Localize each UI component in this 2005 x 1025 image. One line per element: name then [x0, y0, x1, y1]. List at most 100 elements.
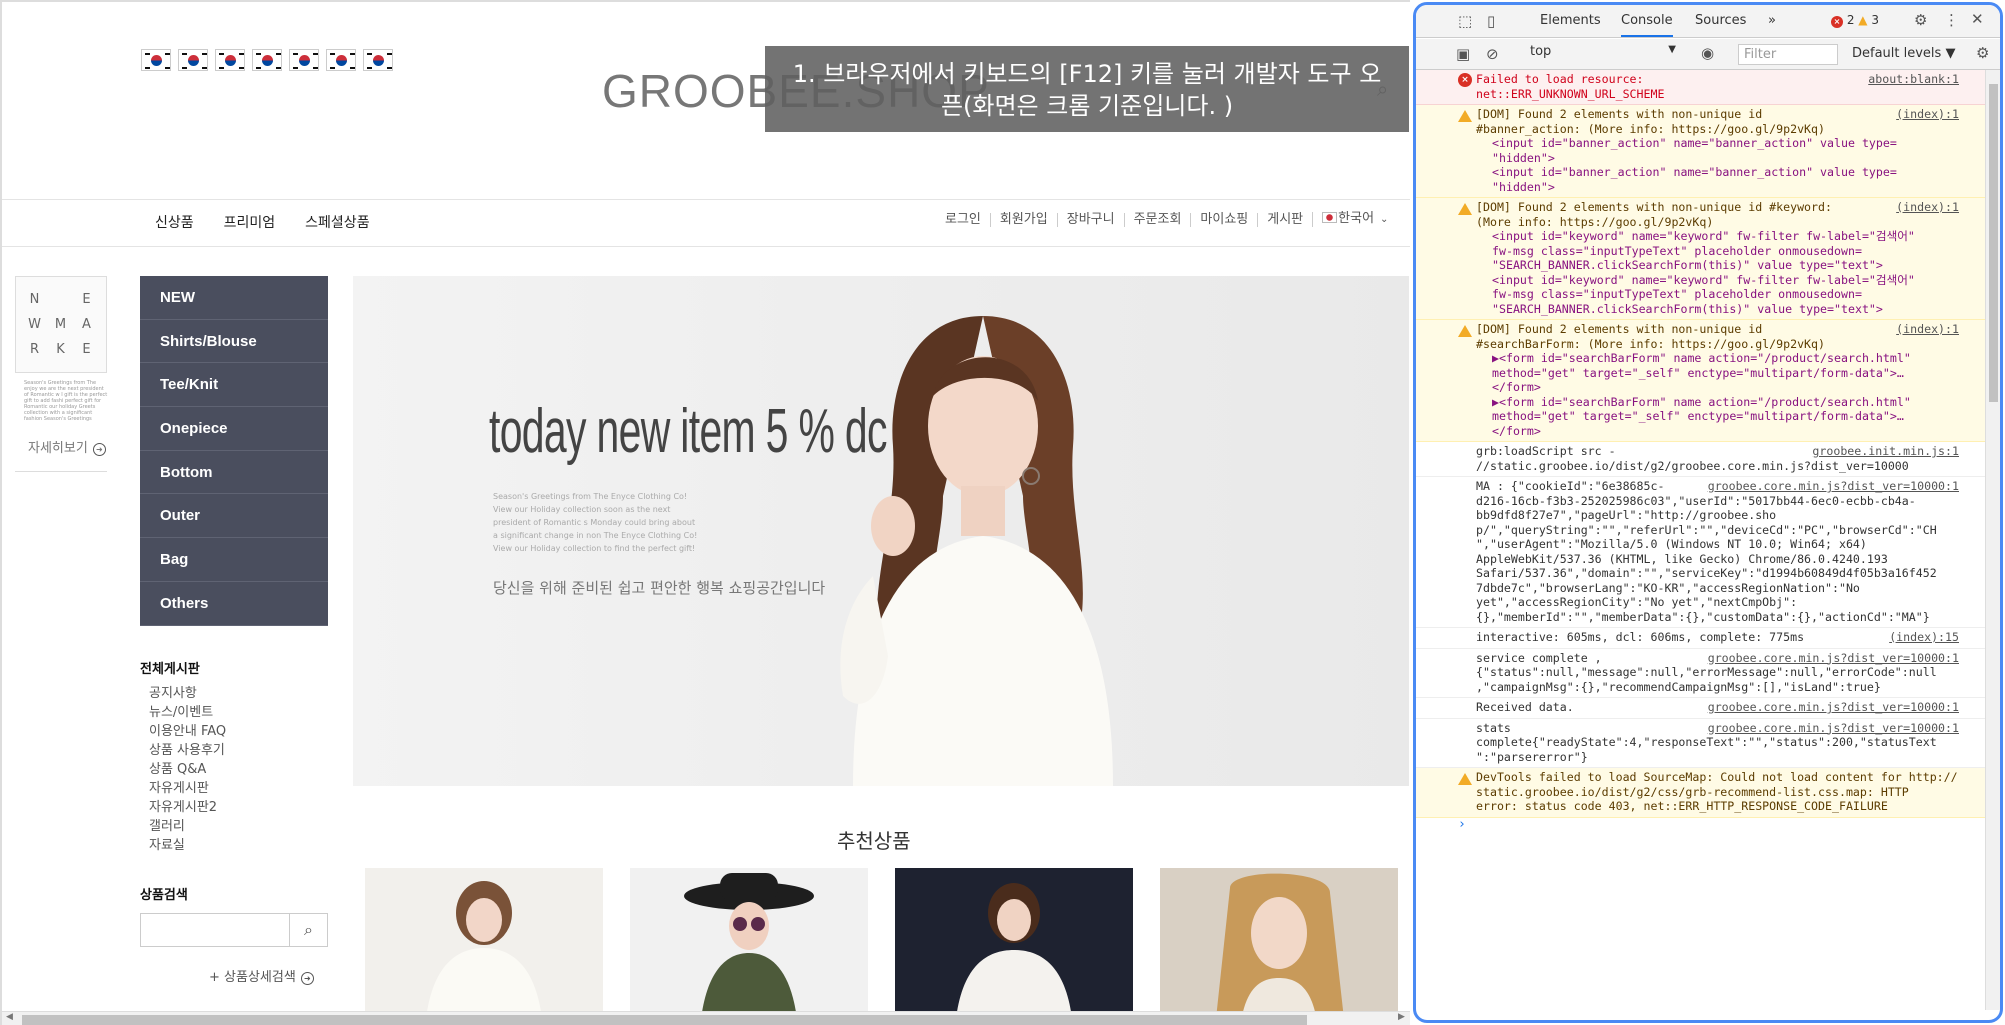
console-message: × about:blank:1 Failed to load resource: n… — [1416, 70, 1989, 105]
nav-item-special[interactable]: 스페셜상품 — [305, 212, 369, 232]
korea-flag-icon[interactable] — [215, 49, 245, 71]
korea-flag-icon[interactable] — [289, 49, 319, 71]
promo-letter: A — [82, 317, 92, 332]
message-source-link[interactable]: (index):1 — [1896, 200, 1959, 215]
divider — [2, 199, 1410, 200]
category-new[interactable]: NEW — [140, 276, 328, 320]
message-source-link[interactable]: groobee.core.min.js?dist_ver=10000:1 — [1708, 651, 1959, 666]
message-source-link[interactable]: groobee.core.min.js?dist_ver=10000:1 — [1708, 721, 1959, 736]
main-banner[interactable]: today new item 5 % dc Season's Greetings… — [353, 276, 1409, 786]
nav-join[interactable]: 회원가입 — [989, 212, 1057, 227]
product-image[interactable] — [630, 868, 868, 1025]
product-image[interactable] — [365, 868, 603, 1025]
search-icon[interactable]: ⌕ — [290, 913, 328, 947]
nav-order-lookup[interactable]: 주문조회 — [1123, 212, 1191, 227]
category-shirts-blouse[interactable]: Shirts/Blouse — [140, 320, 328, 364]
element-reference[interactable]: <input id="keyword" name="keyword" fw-fi… — [1476, 273, 1962, 317]
detail-search-link[interactable]: + 상품상세검색 ➜ — [209, 966, 314, 985]
message-source-link[interactable]: about:blank:1 — [1868, 72, 1959, 87]
context-select[interactable]: top ▼ — [1526, 44, 1680, 64]
nav-cart[interactable]: 장바구니 — [1056, 212, 1124, 227]
nav-login[interactable]: 로그인 — [936, 212, 990, 227]
message-source-link[interactable]: groobee.core.min.js?dist_ver=10000:1 — [1708, 479, 1959, 494]
tab-sources[interactable]: Sources — [1695, 13, 1746, 28]
message-source-link[interactable]: (index):1 — [1896, 322, 1959, 337]
scroll-right-icon[interactable]: ▶ — [1398, 1012, 1405, 1022]
board-item[interactable]: 상품 Q&A — [149, 760, 226, 779]
message-source-link[interactable]: (index):15 — [1889, 630, 1959, 645]
more-vert-icon[interactable]: ⋮ — [1944, 11, 1959, 29]
board-item[interactable]: 상품 사용후기 — [149, 741, 226, 760]
product-image[interactable] — [895, 868, 1133, 1025]
gear-icon[interactable]: ⚙ — [1914, 11, 1927, 29]
board-item[interactable]: 갤러리 — [149, 817, 226, 836]
product-image[interactable] — [1160, 868, 1398, 1025]
korea-flag-icon[interactable] — [252, 49, 282, 71]
tab-elements[interactable]: Elements — [1540, 13, 1601, 28]
category-outer[interactable]: Outer — [140, 494, 328, 539]
main-nav: 신상품 프리미엄 스페셜상품 — [155, 212, 370, 232]
gear-icon[interactable]: ⚙ — [1976, 44, 1989, 62]
scrollbar-thumb[interactable] — [1989, 84, 1998, 402]
message-source-link[interactable]: (index):1 — [1896, 107, 1959, 122]
category-others[interactable]: Others — [140, 582, 328, 626]
board-item[interactable]: 공지사항 — [149, 684, 226, 703]
divider — [15, 471, 107, 472]
board-item[interactable]: 자유게시판 — [149, 779, 226, 798]
korea-flag-icon[interactable] — [178, 49, 208, 71]
nav-myshop[interactable]: 마이쇼핑 — [1190, 212, 1257, 227]
clear-console-icon[interactable]: ⊘ — [1486, 45, 1499, 63]
horizontal-scrollbar[interactable]: ◀ ▶ — [2, 1011, 1410, 1025]
nav-item-new[interactable]: 신상품 — [155, 212, 194, 232]
close-icon[interactable]: ✕ — [1971, 10, 1984, 28]
message-source-link[interactable]: groobee.core.min.js?dist_ver=10000:1 — [1708, 700, 1959, 715]
korea-flag-icon[interactable] — [141, 49, 171, 71]
element-reference[interactable]: <input id="banner_action" name="banner_a… — [1476, 136, 1962, 165]
scroll-left-icon[interactable]: ◀ — [6, 1012, 13, 1022]
message-source-link[interactable]: groobee.init.min.js:1 — [1812, 444, 1959, 459]
issue-counter[interactable]: × 2 ▲ 3 — [1831, 13, 1879, 28]
inspect-element-icon[interactable]: ⬚ — [1458, 12, 1472, 30]
console-prompt[interactable]: › — [1416, 817, 1989, 833]
korea-flag-icon[interactable] — [363, 49, 393, 71]
element-reference[interactable]: <input id="keyword" name="keyword" fw-fi… — [1476, 229, 1962, 273]
category-bottom[interactable]: Bottom — [140, 451, 328, 495]
more-tabs-icon[interactable]: » — [1768, 13, 1776, 28]
board-item[interactable]: 자료실 — [149, 836, 226, 855]
banner-small-text: Season's Greetings from The Enyce Clothi… — [493, 492, 698, 553]
arrow-right-icon: ➜ — [92, 443, 106, 456]
korea-flag-icon[interactable] — [326, 49, 356, 71]
tab-console[interactable]: Console — [1621, 13, 1673, 37]
board-item[interactable]: 뉴스/이벤트 — [149, 703, 226, 722]
promo-letter: E — [82, 342, 92, 357]
category-bag[interactable]: Bag — [140, 538, 328, 582]
category-tee-knit[interactable]: Tee/Knit — [140, 363, 328, 408]
sidebar-toggle-icon[interactable]: ▣ — [1456, 45, 1470, 63]
language-select[interactable]: 한국어 ⌄ — [1312, 212, 1397, 227]
console-output: × about:blank:1 Failed to load resource: n… — [1416, 70, 1989, 1010]
message-text: [DOM] Found 2 elements with non-unique i… — [1476, 322, 1826, 351]
board-item[interactable]: 이용안내 FAQ — [149, 722, 226, 741]
log-levels-dropdown[interactable]: Default levels ▼ — [1852, 46, 1955, 61]
element-reference[interactable]: ▶<form id="searchBarForm" name action="/… — [1476, 395, 1962, 439]
filter-input[interactable]: Filter — [1738, 44, 1838, 65]
promo-letter: M — [54, 317, 68, 332]
console-message: (index):1 [DOM] Found 2 elements with non… — [1416, 198, 1989, 320]
devtools-panel: ⬚ ▯ Elements Console Sources » × 2 ▲ 3 ⚙… — [1413, 2, 2003, 1023]
new-market-promo[interactable]: N E W M A R K E — [15, 276, 107, 373]
element-reference[interactable]: ▶<form id="searchBarForm" name action="/… — [1476, 351, 1962, 395]
eye-icon[interactable]: ◉ — [1701, 44, 1714, 62]
device-toolbar-icon[interactable]: ▯ — [1487, 12, 1495, 30]
nav-board[interactable]: 게시판 — [1257, 212, 1312, 227]
error-count: 2 — [1846, 13, 1855, 27]
element-reference[interactable]: <input id="banner_action" name="banner_a… — [1476, 165, 1962, 194]
korea-flag-icon — [1322, 212, 1338, 223]
nav-item-premium[interactable]: 프리미엄 — [224, 212, 276, 232]
promo-more-link[interactable]: 자세히보기 ➜ — [28, 437, 106, 456]
vertical-scrollbar[interactable] — [1985, 70, 2000, 1010]
board-title: 전체게시판 — [140, 662, 200, 677]
scrollbar-thumb[interactable] — [22, 1015, 1307, 1025]
category-onepiece[interactable]: Onepiece — [140, 407, 328, 451]
board-item[interactable]: 자유게시판2 — [149, 798, 226, 817]
product-search-input[interactable] — [140, 913, 290, 947]
